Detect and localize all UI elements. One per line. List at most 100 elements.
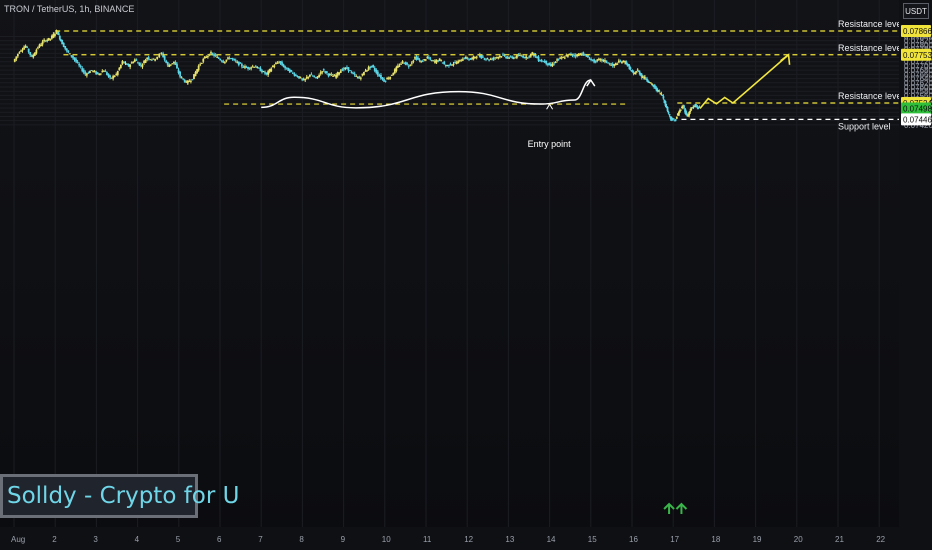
candle-body: [82, 69, 85, 73]
candle-body: [339, 70, 342, 73]
candle-body: [497, 56, 500, 59]
candle-body: [46, 39, 49, 41]
candle-body: [84, 72, 87, 75]
candle-body: [409, 65, 412, 67]
candle-body: [70, 55, 73, 57]
candle-body: [356, 77, 359, 79]
time-tick-label: 11: [423, 535, 432, 544]
candle-body: [67, 50, 70, 53]
candle-body: [113, 75, 116, 78]
candle-body: [404, 61, 407, 65]
candle-body: [344, 67, 347, 70]
candle-body: [261, 70, 263, 73]
candle-body: [485, 58, 487, 60]
candlestick-chart[interactable]: Resistance level Resistance level Resistan…: [0, 0, 932, 550]
currency-badge[interactable]: USDT: [903, 3, 929, 19]
candle-body: [406, 63, 409, 65]
candle-body: [551, 64, 554, 66]
candle-body: [257, 67, 260, 69]
candle-body: [147, 57, 150, 59]
candle-body: [352, 73, 355, 75]
candle-body: [282, 64, 285, 68]
candle-body: [438, 58, 441, 61]
candle-body: [165, 60, 168, 63]
candle-body: [308, 74, 311, 77]
candle-body: [563, 57, 566, 59]
candle-body: [299, 77, 302, 79]
candle-body: [223, 61, 226, 63]
candle-body: [138, 62, 141, 66]
candle-body: [216, 56, 219, 58]
candle-body: [332, 75, 334, 77]
candle-body: [325, 71, 328, 74]
candle-body: [194, 72, 197, 77]
candle-body: [342, 68, 345, 70]
price-badge-label: 0.07866: [903, 27, 932, 36]
candle-body: [347, 67, 350, 71]
candle-body: [259, 67, 262, 72]
candle-body: [557, 58, 560, 60]
candle-body: [560, 57, 563, 59]
candle-body: [556, 59, 558, 61]
candle-body: [250, 67, 253, 69]
candle-body: [500, 56, 503, 58]
candle-body: [660, 93, 663, 95]
candle-body: [210, 52, 212, 54]
candle-body: [237, 61, 240, 66]
candle-body: [13, 58, 16, 62]
candle-body: [132, 62, 135, 64]
price-axis[interactable]: 0.078400.078200.078000.077800.077600.077…: [899, 0, 932, 550]
candle-body: [674, 119, 677, 121]
candle-body: [605, 60, 608, 63]
annotation-paths: Entry point: [261, 53, 791, 514]
candle-body: [298, 76, 300, 79]
candle-body: [96, 72, 99, 75]
candle-body: [251, 66, 254, 68]
candle-body: [440, 60, 443, 62]
candle-body: [397, 65, 399, 68]
chart-area[interactable]: Resistance level Resistance level Resistan…: [0, 0, 932, 550]
candle-body: [359, 77, 362, 79]
resistance-label: Resistance level: [838, 19, 904, 29]
time-tick-label: 21: [835, 535, 844, 544]
time-axis[interactable]: Aug 2 3 4 5 6 7 8 9 10 11 12 13 14 15 16 17 18 19 20 21 22: [0, 527, 899, 550]
candle-body: [262, 71, 265, 73]
candle-body: [367, 67, 370, 70]
candle-body: [173, 61, 175, 63]
candle-body: [463, 58, 466, 60]
candle-body: [635, 71, 638, 73]
watermark: Solldy - Crypto for U: [0, 474, 239, 518]
candle-body: [141, 65, 144, 67]
candle-body: [104, 71, 107, 73]
candle-body: [441, 62, 444, 64]
candle-body: [302, 79, 305, 81]
candle-body: [20, 50, 22, 52]
candle-body: [401, 61, 404, 63]
candle-body: [124, 62, 127, 64]
resistance-label: Resistance level: [838, 43, 904, 53]
candle-body: [492, 58, 495, 60]
candle-body: [448, 64, 450, 66]
candle-body: [341, 69, 344, 71]
price-badge-label: 0.07498: [903, 104, 932, 113]
candle-body: [135, 59, 138, 61]
candle-body: [293, 73, 296, 76]
candle-body: [95, 71, 98, 75]
candle-body: [329, 74, 331, 76]
candle-body: [61, 39, 64, 45]
candle-body: [191, 79, 194, 81]
candle-body: [315, 77, 317, 79]
candle-body: [378, 75, 381, 77]
time-tick-label: 18: [711, 535, 720, 544]
candle-body: [554, 61, 557, 64]
candle-body: [85, 73, 88, 76]
candle-body: [446, 65, 449, 67]
candle-body: [144, 60, 147, 63]
candle-body: [231, 58, 234, 60]
candle-body: [268, 69, 271, 72]
candle-body: [240, 64, 243, 67]
candle-body: [512, 57, 515, 59]
candle-body: [602, 60, 605, 62]
candle-body: [206, 56, 209, 58]
candle-body: [44, 40, 47, 42]
